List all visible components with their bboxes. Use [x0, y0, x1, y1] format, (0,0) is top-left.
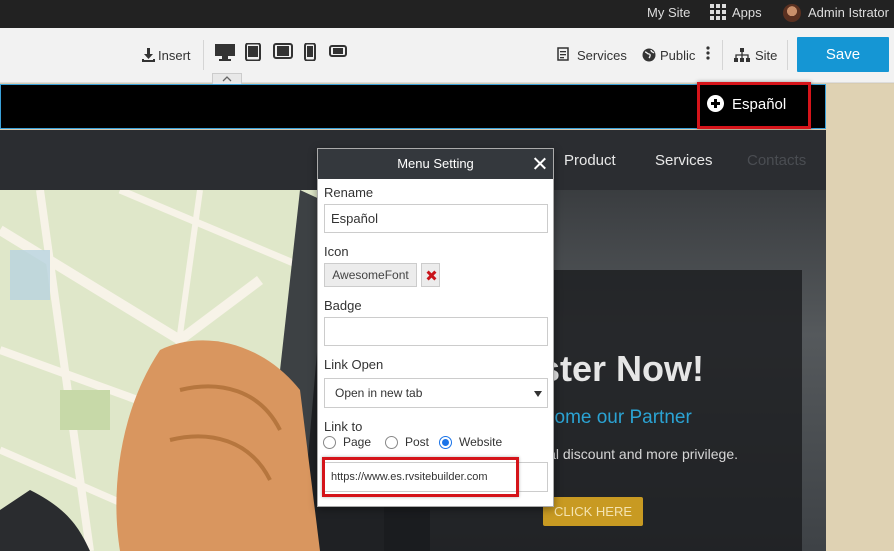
public-button[interactable]: Public — [642, 47, 695, 65]
chevron-up-icon — [222, 76, 232, 82]
remove-icon-button[interactable] — [421, 263, 440, 287]
hero-title: ster Now! — [540, 348, 705, 389]
desktop-view-icon[interactable] — [214, 43, 236, 61]
download-icon — [142, 48, 155, 62]
insert-label: Insert — [158, 48, 191, 63]
link-to-label: Link to — [324, 419, 363, 434]
dialog-title: Menu Setting — [397, 156, 474, 171]
highlight-box-url — [322, 457, 519, 497]
badge-input[interactable] — [324, 317, 548, 346]
page-side-background — [826, 84, 894, 551]
nav-services[interactable]: Services — [655, 152, 713, 169]
badge-label: Badge — [324, 298, 362, 313]
menu-setting-dialog: Menu Setting Rename Icon AwesomeFont Bad… — [317, 148, 554, 507]
apps-grid-icon — [710, 4, 726, 20]
toolbar-divider — [203, 40, 204, 70]
click-here-button[interactable]: CLICK HERE — [543, 497, 643, 526]
sitemap-icon — [734, 48, 750, 62]
radio-website[interactable] — [439, 436, 452, 449]
nav-contacts[interactable]: Contacts — [747, 152, 806, 169]
dialog-header: Menu Setting — [318, 149, 553, 179]
more-options-icon[interactable] — [706, 46, 710, 60]
radio-page-label: Page — [343, 435, 372, 449]
toolbar-divider — [722, 40, 723, 70]
globe-icon — [642, 48, 656, 62]
nav-product[interactable]: Product — [564, 152, 616, 169]
insert-button[interactable]: Insert — [142, 47, 191, 65]
admin-top-bar: My Site Apps Admin Istrator — [0, 0, 894, 28]
apps-link[interactable]: Apps — [710, 0, 762, 28]
highlight-box-language — [697, 82, 811, 129]
site-button[interactable]: Site — [734, 47, 777, 65]
collapse-toolbar-toggle[interactable] — [212, 73, 242, 84]
document-icon — [557, 47, 569, 61]
hero-subtitle: come our Partner — [545, 407, 692, 428]
apps-label: Apps — [732, 5, 762, 20]
link-open-select[interactable]: Open in new tab — [324, 378, 548, 408]
tablet-landscape-view-icon[interactable] — [273, 43, 293, 59]
my-site-link[interactable]: My Site — [647, 0, 690, 28]
close-icon[interactable] — [532, 156, 547, 171]
editor-toolbar: Insert Services Public Site Save — [0, 28, 894, 83]
radio-post-label: Post — [405, 435, 430, 449]
rename-input[interactable] — [324, 204, 548, 233]
save-button[interactable]: Save — [797, 37, 889, 72]
services-label: Services — [577, 48, 627, 63]
link-open-label: Link Open — [324, 357, 384, 372]
chevron-down-icon — [534, 391, 542, 397]
user-avatar[interactable] — [783, 4, 801, 22]
radio-website-label: Website — [459, 435, 503, 449]
services-button[interactable]: Services — [557, 47, 627, 65]
icon-selector[interactable]: AwesomeFont — [324, 263, 417, 287]
icon-label: Icon — [324, 244, 349, 259]
radio-post[interactable] — [385, 436, 398, 449]
toolbar-divider — [787, 40, 788, 70]
mobile-landscape-view-icon[interactable] — [329, 45, 347, 57]
tablet-view-icon[interactable] — [245, 43, 261, 61]
rename-label: Rename — [324, 185, 374, 200]
radio-page[interactable] — [323, 436, 336, 449]
link-open-value: Open in new tab — [335, 386, 423, 400]
public-label: Public — [660, 48, 696, 63]
hero-text: ial discount and more privilege. — [545, 446, 738, 462]
site-label: Site — [755, 48, 778, 63]
user-name[interactable]: Admin Istrator — [808, 0, 889, 28]
mobile-view-icon[interactable] — [304, 43, 316, 61]
